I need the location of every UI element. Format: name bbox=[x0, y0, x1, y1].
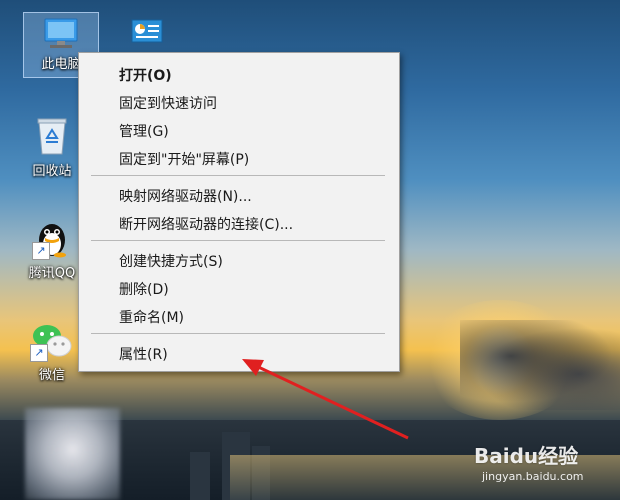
menu-item-rename[interactable]: 重命名(M) bbox=[79, 303, 399, 329]
baidu-jingyan-watermark: Baidu经验 jingyan.baidu.com bbox=[474, 440, 620, 500]
menu-separator bbox=[91, 333, 385, 334]
control-panel-icon bbox=[130, 18, 164, 46]
menu-item-manage[interactable]: 管理(G) bbox=[79, 117, 399, 143]
wallpaper-clouds bbox=[460, 320, 620, 410]
computer-icon bbox=[41, 17, 81, 51]
desktop-wallpaper: 此电脑 回收站 ↗ 腾讯QQ ↗ 微信 打开(O) 固定到快速访问 管理(G) … bbox=[0, 0, 620, 500]
desktop-icon-control-panel[interactable] bbox=[110, 12, 184, 52]
menu-item-pin-start[interactable]: 固定到"开始"屏幕(P) bbox=[79, 145, 399, 171]
menu-separator bbox=[91, 240, 385, 241]
wechat-icon: ↗ bbox=[30, 322, 72, 362]
menu-item-map-network-drive[interactable]: 映射网络驱动器(N)... bbox=[79, 182, 399, 208]
qq-penguin-icon: ↗ bbox=[32, 218, 70, 260]
wallpaper-tower bbox=[190, 452, 210, 500]
blurred-area bbox=[25, 408, 120, 500]
watermark-url: jingyan.baidu.com bbox=[482, 470, 584, 483]
shortcut-arrow-icon: ↗ bbox=[32, 242, 50, 260]
menu-item-create-shortcut[interactable]: 创建快捷方式(S) bbox=[79, 247, 399, 273]
menu-item-delete[interactable]: 删除(D) bbox=[79, 275, 399, 301]
menu-item-disconnect-network-drive[interactable]: 断开网络驱动器的连接(C)... bbox=[79, 210, 399, 236]
menu-separator bbox=[91, 175, 385, 176]
shortcut-arrow-icon: ↗ bbox=[30, 344, 48, 362]
context-menu: 打开(O) 固定到快速访问 管理(G) 固定到"开始"屏幕(P) 映射网络驱动器… bbox=[78, 52, 400, 372]
watermark-text: Baidu经验 bbox=[474, 444, 579, 468]
recycle-bin-icon bbox=[35, 116, 69, 156]
menu-item-pin-quick-access[interactable]: 固定到快速访问 bbox=[79, 89, 399, 115]
annotation-arrow bbox=[242, 359, 409, 440]
menu-item-open[interactable]: 打开(O) bbox=[79, 61, 399, 87]
